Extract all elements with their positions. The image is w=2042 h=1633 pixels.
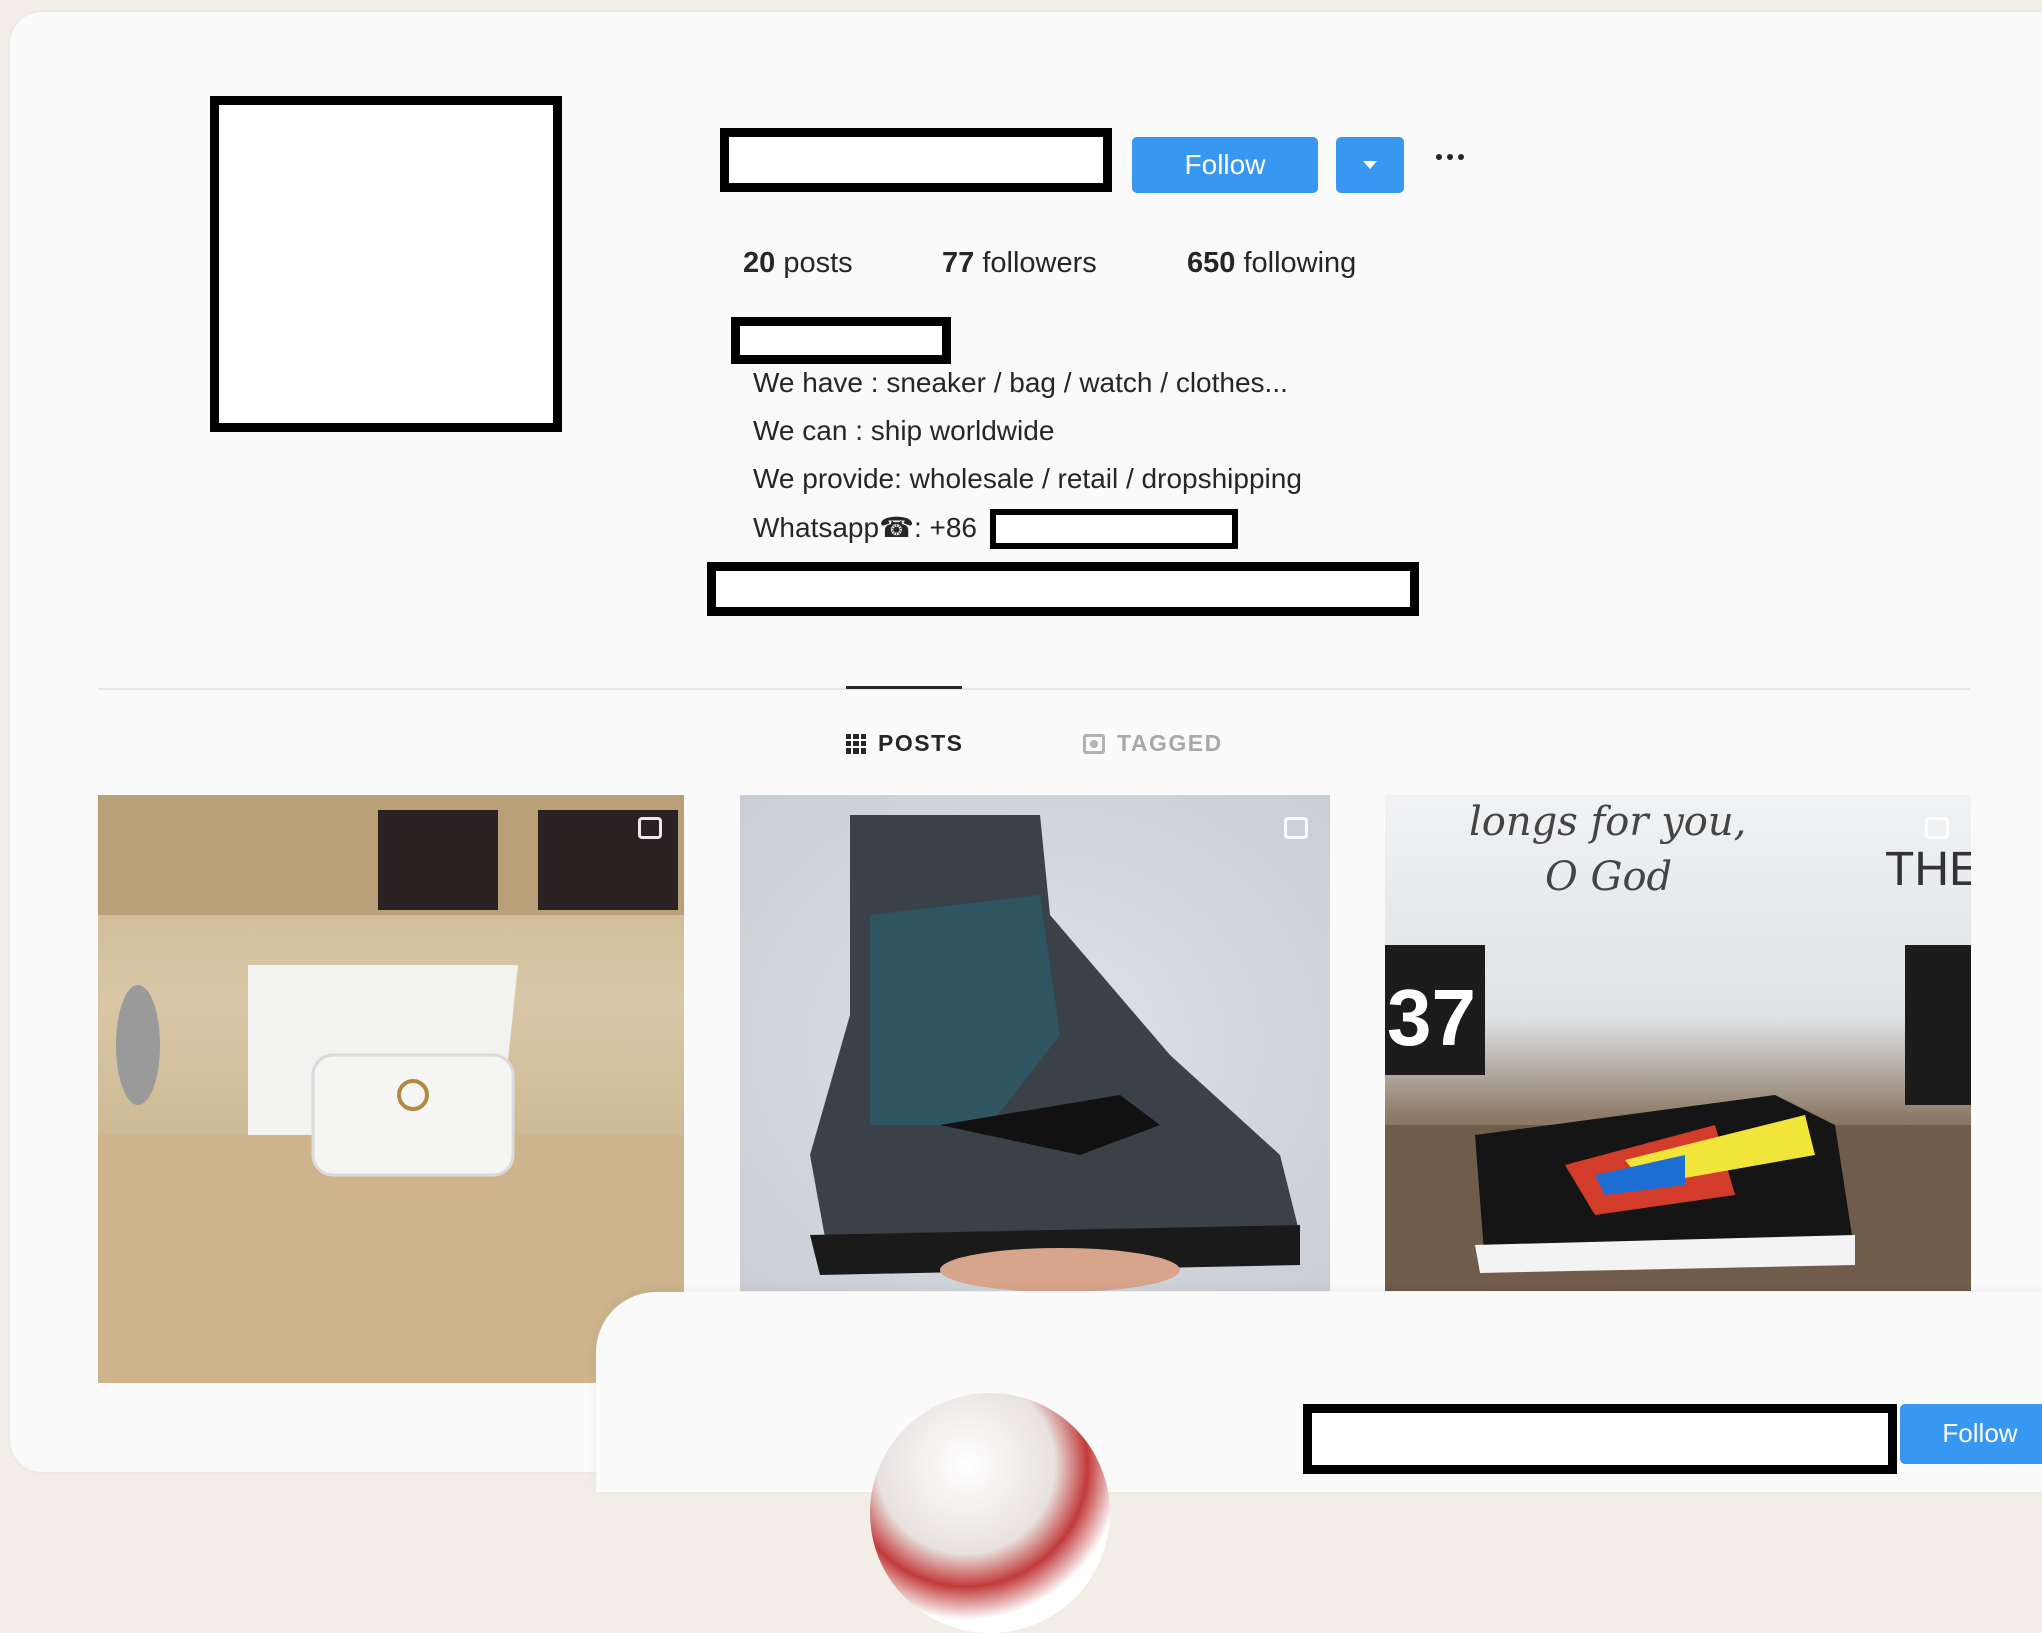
- svg-text:THE: THE: [1885, 843, 1971, 896]
- more-options-icon[interactable]: [1436, 154, 1464, 160]
- following-count: 650: [1187, 247, 1236, 279]
- profile-card: Follow 20 posts 77 followers 650 followi…: [10, 12, 2042, 1472]
- followers-count: 77: [942, 247, 975, 279]
- sneakers-photo: longs for you, O God 37 THE: [1385, 799, 1971, 1291]
- posts-stat: 20 posts: [743, 247, 853, 280]
- tab-tagged-label: TAGGED: [1117, 730, 1223, 756]
- bio-line: We have : sneaker / bag / watch / clothe…: [753, 367, 1288, 398]
- post-thumbnail[interactable]: [98, 795, 684, 1383]
- svg-text:37: 37: [1387, 973, 1476, 1062]
- multiple-posts-icon: [638, 817, 662, 839]
- grid-icon: [846, 733, 866, 754]
- profile-avatar-redacted[interactable]: [210, 96, 562, 432]
- tag-icon: [1083, 733, 1105, 754]
- followers-label: followers: [982, 247, 1097, 279]
- phone-number-redacted: [990, 509, 1238, 549]
- tab-posts-label: POSTS: [878, 730, 964, 756]
- multiple-posts-icon: [1925, 817, 1949, 839]
- svg-text:longs for you,: longs for you,: [1469, 799, 1746, 845]
- bio-line: We provide: wholesale / retail / dropshi…: [753, 463, 1302, 494]
- tab-tagged[interactable]: TAGGED: [1083, 730, 1223, 757]
- suggested-dropdown-button[interactable]: [1336, 137, 1404, 193]
- posts-label: posts: [783, 247, 853, 279]
- website-link-redacted[interactable]: [707, 562, 1419, 616]
- svg-text:O God: O God: [1545, 854, 1672, 900]
- secondary-follow-button[interactable]: Follow: [1900, 1404, 2042, 1464]
- secondary-username-redacted: [1303, 1404, 1897, 1474]
- following-stat[interactable]: 650 following: [1187, 247, 1356, 280]
- display-name-redacted: [731, 317, 951, 364]
- sneaker-photo: [810, 815, 1300, 1291]
- handbag-photo: [98, 795, 684, 1383]
- bio-whatsapp: Whatsapp☎: +86: [753, 512, 977, 543]
- multiple-posts-icon: [1284, 817, 1308, 839]
- username-redacted: [720, 128, 1112, 192]
- follow-button[interactable]: Follow: [1132, 137, 1318, 193]
- posts-count: 20: [743, 247, 776, 279]
- active-tab-indicator: [846, 686, 962, 689]
- chevron-down-icon: [1363, 161, 1377, 169]
- tab-posts[interactable]: POSTS: [846, 730, 963, 757]
- tabs-divider: [98, 688, 1970, 690]
- bio-line: We can : ship worldwide: [753, 415, 1055, 446]
- following-label: following: [1243, 247, 1357, 279]
- secondary-profile-avatar[interactable]: [870, 1393, 1110, 1633]
- post-thumbnail[interactable]: [740, 795, 1330, 1291]
- post-thumbnail[interactable]: longs for you, O God 37 THE: [1385, 795, 1971, 1291]
- followers-stat[interactable]: 77 followers: [942, 247, 1097, 280]
